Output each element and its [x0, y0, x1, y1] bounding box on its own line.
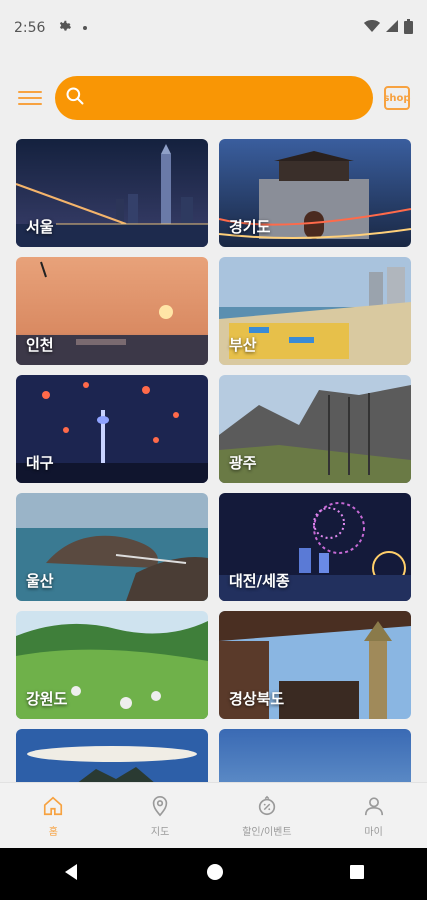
nav-discount-label: 할인/이벤트 — [242, 826, 292, 838]
settings-icon — [57, 19, 72, 37]
region-card-daejeon-sejong[interactable]: 대전/세종 — [219, 493, 411, 601]
region-card-gangwon[interactable]: 강원도 — [16, 611, 208, 719]
region-grid: 서울 경기도 인천 부산 대구 광주 울산 대전/세종 강원도 경상북도 — [16, 139, 411, 782]
nav-home-label: 홈 — [48, 826, 58, 838]
battery-icon — [404, 18, 413, 38]
region-card-busan[interactable]: 부산 — [219, 257, 411, 365]
region-label: 부산 — [229, 336, 257, 354]
nav-home[interactable]: 홈 — [0, 783, 107, 849]
region-label: 경상북도 — [229, 690, 285, 708]
region-card-daegu[interactable]: 대구 — [16, 375, 208, 483]
region-card-seoul[interactable]: 서울 — [16, 139, 208, 247]
nav-map-label: 지도 — [150, 826, 170, 838]
recents-icon[interactable] — [349, 864, 365, 884]
region-label: 강원도 — [26, 690, 68, 708]
region-label: 대구 — [26, 454, 54, 472]
system-nav-bar — [0, 848, 427, 900]
partial-right-photo — [219, 729, 411, 782]
shop-button[interactable]: shop — [383, 86, 411, 110]
bottom-nav: 홈 지도 할인/이벤트 마이 — [0, 782, 427, 849]
wifi-icon — [364, 19, 380, 37]
top-bar: shop — [0, 76, 427, 122]
shop-label: shop — [383, 92, 411, 104]
nav-my[interactable]: 마이 — [320, 783, 427, 849]
home-circle-icon[interactable] — [206, 863, 224, 885]
region-card-ulsan[interactable]: 울산 — [16, 493, 208, 601]
nav-map[interactable]: 지도 — [107, 783, 214, 849]
region-label: 광주 — [229, 454, 257, 472]
signal-icon — [386, 20, 398, 36]
discount-icon — [256, 795, 278, 823]
status-bar: 2:56 — [0, 0, 427, 56]
nav-discount[interactable]: 할인/이벤트 — [214, 783, 321, 849]
status-time: 2:56 — [14, 20, 46, 36]
region-label: 서울 — [26, 218, 54, 236]
region-card-gwangju[interactable]: 광주 — [219, 375, 411, 483]
region-card-partial-right[interactable] — [219, 729, 411, 782]
region-label: 인천 — [26, 336, 54, 354]
search-bar[interactable] — [55, 76, 373, 120]
region-label: 대전/세종 — [229, 572, 290, 590]
region-card-gyeongbuk[interactable]: 경상북도 — [219, 611, 411, 719]
home-icon — [42, 795, 64, 823]
partial-left-photo — [16, 729, 208, 782]
region-card-gyeonggi[interactable]: 경기도 — [219, 139, 411, 247]
nav-my-label: 마이 — [364, 826, 383, 838]
search-icon — [65, 86, 85, 110]
region-card-partial-left[interactable] — [16, 729, 208, 782]
back-icon[interactable] — [63, 863, 81, 885]
menu-button[interactable] — [18, 86, 42, 110]
region-label: 울산 — [26, 572, 54, 590]
region-label: 경기도 — [229, 218, 271, 236]
notification-dot — [83, 26, 88, 30]
map-pin-icon — [149, 795, 171, 823]
region-card-incheon[interactable]: 인천 — [16, 257, 208, 365]
search-input[interactable] — [93, 88, 373, 108]
person-icon — [363, 795, 385, 823]
